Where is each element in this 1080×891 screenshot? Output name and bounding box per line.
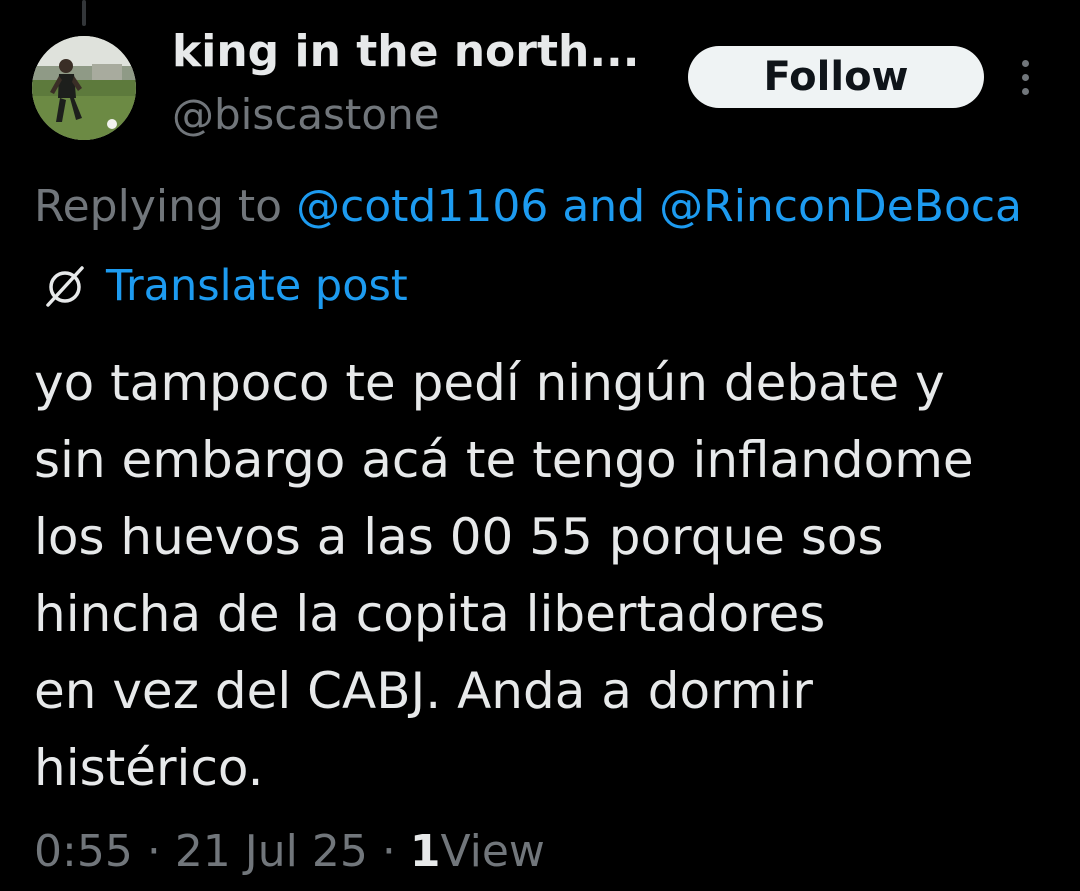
tweet-time[interactable]: 0:55 (34, 826, 133, 877)
tweet-text-line: los huevos a las 00 55 porque sos (34, 508, 884, 566)
tweet-text-line: hincha de la copita libertadores (34, 585, 826, 643)
tweet-body: yo tampoco te pedí ningún debate y sin e… (34, 345, 1064, 807)
view-count[interactable]: 1 (410, 826, 441, 877)
meta-separator: · (381, 826, 396, 877)
meta-separator: · (146, 826, 161, 877)
tweet-text-line: yo tampoco te pedí ningún debate y (34, 354, 945, 412)
translate-post-button[interactable]: Translate post (40, 256, 408, 316)
view-label[interactable]: View (440, 826, 544, 877)
reply-mention-joiner[interactable]: and (562, 181, 645, 232)
translate-post-label: Translate post (106, 261, 408, 311)
author-handle[interactable]: @biscastone (172, 88, 440, 142)
reply-mention-link[interactable]: @RinconDeBoca (659, 181, 1022, 232)
author-avatar[interactable] (32, 36, 136, 140)
replying-to-label: Replying to (34, 181, 283, 232)
more-vertical-icon[interactable] (1008, 56, 1044, 100)
tweet-text-line: en vez del CABJ. Anda a dormir (34, 662, 813, 720)
author-display-name[interactable]: king in the north... (172, 24, 639, 80)
replying-to-line: Replying to @cotd1106 and @RinconDeBoca (34, 178, 1022, 236)
tweet-text-line: histérico. (34, 739, 264, 797)
translate-globe-icon (46, 266, 84, 307)
tweet-metadata: 0:55 · 21 Jul 25 · 1View (34, 822, 545, 882)
football-player-avatar-icon (32, 36, 136, 140)
tweet-date[interactable]: 21 Jul 25 (175, 826, 368, 877)
follow-button[interactable]: Follow (688, 46, 984, 108)
reply-mention-link[interactable]: @cotd1106 (296, 181, 548, 232)
thread-connector-line (82, 0, 86, 26)
tweet-text-line: sin embargo acá te tengo inflandome (34, 431, 974, 489)
